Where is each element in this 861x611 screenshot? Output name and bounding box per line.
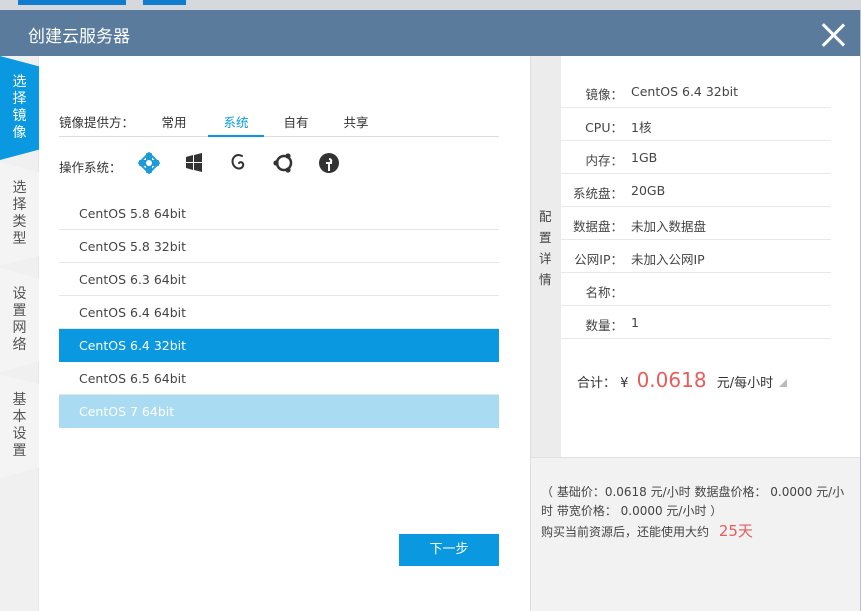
image-source-tabs: 镜像提供方： 常用 系统 自有 共享 <box>59 110 499 137</box>
total-price: 合计： ¥ 0.0618 元/每小时 <box>577 368 788 392</box>
image-list: CentOS 5.8 64bit CentOS 5.8 32bit CentOS… <box>59 197 499 428</box>
step-select-type[interactable]: 选择类型 <box>0 162 39 266</box>
ubuntu-icon[interactable] <box>272 151 296 175</box>
config-key: 系统盘： <box>572 186 623 201</box>
image-list-item[interactable]: CentOS 5.8 64bit <box>59 197 499 230</box>
config-key: 内存： <box>585 153 623 168</box>
next-step-button[interactable]: 下一步 <box>399 534 499 566</box>
os-selector: 操作系统： <box>59 149 499 179</box>
create-server-dialog: 创建云服务器 选择镜像 选择类型 设置网络 基本设置 镜像提供方： 常用 系统 … <box>0 10 861 611</box>
config-key: 数据盘： <box>572 219 623 234</box>
config-key: CPU： <box>585 120 623 135</box>
total-label: 合计： <box>577 376 617 391</box>
dialog-header: 创建云服务器 <box>0 10 860 56</box>
config-key: 数量： <box>585 318 623 333</box>
remaining-usage: 购买当前资源后，还能使用大约 25天 <box>541 520 753 541</box>
config-value: 1核 <box>631 120 652 135</box>
remaining-days: 25天 <box>718 522 753 540</box>
step-label: 设置网络 <box>12 286 27 353</box>
dialog-title: 创建云服务器 <box>28 27 130 47</box>
step-network[interactable]: 设置网络 <box>0 268 39 372</box>
pricing-footer: （ 基础价：0.0618 元/小时 数据盘价格： 0.0000 元/小时 带宽价… <box>531 457 860 611</box>
config-row-data-disk: 数据盘： 未加入数据盘 <box>561 207 831 240</box>
windows-icon[interactable] <box>182 151 206 175</box>
config-value: CentOS 6.4 32bit <box>631 84 739 99</box>
centos-icon[interactable] <box>137 151 161 175</box>
config-row-quantity: 数量： 1 <box>561 306 831 339</box>
image-list-item[interactable]: CentOS 6.5 64bit <box>59 362 499 395</box>
config-row-memory: 内存： 1GB <box>561 141 831 174</box>
step-select-image[interactable]: 选择镜像 <box>0 56 39 160</box>
remaining-prefix: 购买当前资源后，还能使用大约 <box>541 525 710 539</box>
tab-system[interactable]: 系统 <box>208 112 264 137</box>
config-row-public-ip: 公网IP： 未加入公网IP <box>561 240 831 273</box>
step-label: 基本设置 <box>12 392 27 459</box>
tab-common[interactable]: 常用 <box>155 112 193 137</box>
config-key: 公网IP： <box>574 252 623 267</box>
background-tab <box>18 0 126 5</box>
background-tab <box>143 0 186 5</box>
os-label: 操作系统： <box>59 160 122 175</box>
config-row-cpu: CPU： 1核 <box>561 108 831 141</box>
resize-corner-icon <box>779 379 788 387</box>
image-list-item[interactable]: CentOS 6.4 64bit <box>59 296 499 329</box>
currency-symbol: ¥ <box>620 376 629 391</box>
step-nav: 选择镜像 选择类型 设置网络 基本设置 <box>0 56 39 611</box>
config-value: 未加入数据盘 <box>631 219 707 234</box>
config-summary: 镜像： CentOS 6.4 32bit CPU： 1核 内存： 1GB 系统盘… <box>561 56 860 457</box>
image-selection-panel: 镜像提供方： 常用 系统 自有 共享 操作系统： CentOS 5.8 64bi… <box>39 56 530 611</box>
total-unit: 元/每小时 <box>716 376 774 391</box>
close-icon[interactable] <box>820 22 846 48</box>
pricing-detail: （ 基础价：0.0618 元/小时 数据盘价格： 0.0000 元/小时 带宽价… <box>541 485 845 518</box>
config-details-label: 配置详情 <box>539 209 552 287</box>
tab-shared[interactable]: 共享 <box>337 112 375 137</box>
config-key: 镜像： <box>585 87 623 102</box>
config-value: 20GB <box>631 183 666 198</box>
image-list-item[interactable]: CentOS 6.3 64bit <box>59 263 499 296</box>
config-row-image: 镜像： CentOS 6.4 32bit <box>561 75 831 108</box>
config-row-name: 名称： <box>561 273 831 306</box>
image-source-label: 镜像提供方： <box>59 115 135 130</box>
step-label: 选择镜像 <box>12 74 27 141</box>
image-list-item[interactable]: CentOS 5.8 32bit <box>59 230 499 263</box>
config-row-system-disk: 系统盘： 20GB <box>561 174 831 207</box>
image-list-item-disabled[interactable]: CentOS 7 64bit <box>59 395 499 428</box>
fedora-icon[interactable] <box>317 151 341 175</box>
config-value: 未加入公网IP <box>631 252 705 267</box>
config-key: 名称： <box>585 285 623 300</box>
step-label: 选择类型 <box>12 180 27 247</box>
background-strip <box>0 0 861 10</box>
tab-own[interactable]: 自有 <box>277 112 315 137</box>
step-basic-settings[interactable]: 基本设置 <box>0 374 39 478</box>
image-list-item-selected[interactable]: CentOS 6.4 32bit <box>59 329 499 362</box>
debian-icon[interactable] <box>227 151 251 175</box>
config-value: 1 <box>631 315 639 330</box>
total-value: 0.0618 <box>636 368 707 392</box>
config-value: 1GB <box>631 150 658 165</box>
